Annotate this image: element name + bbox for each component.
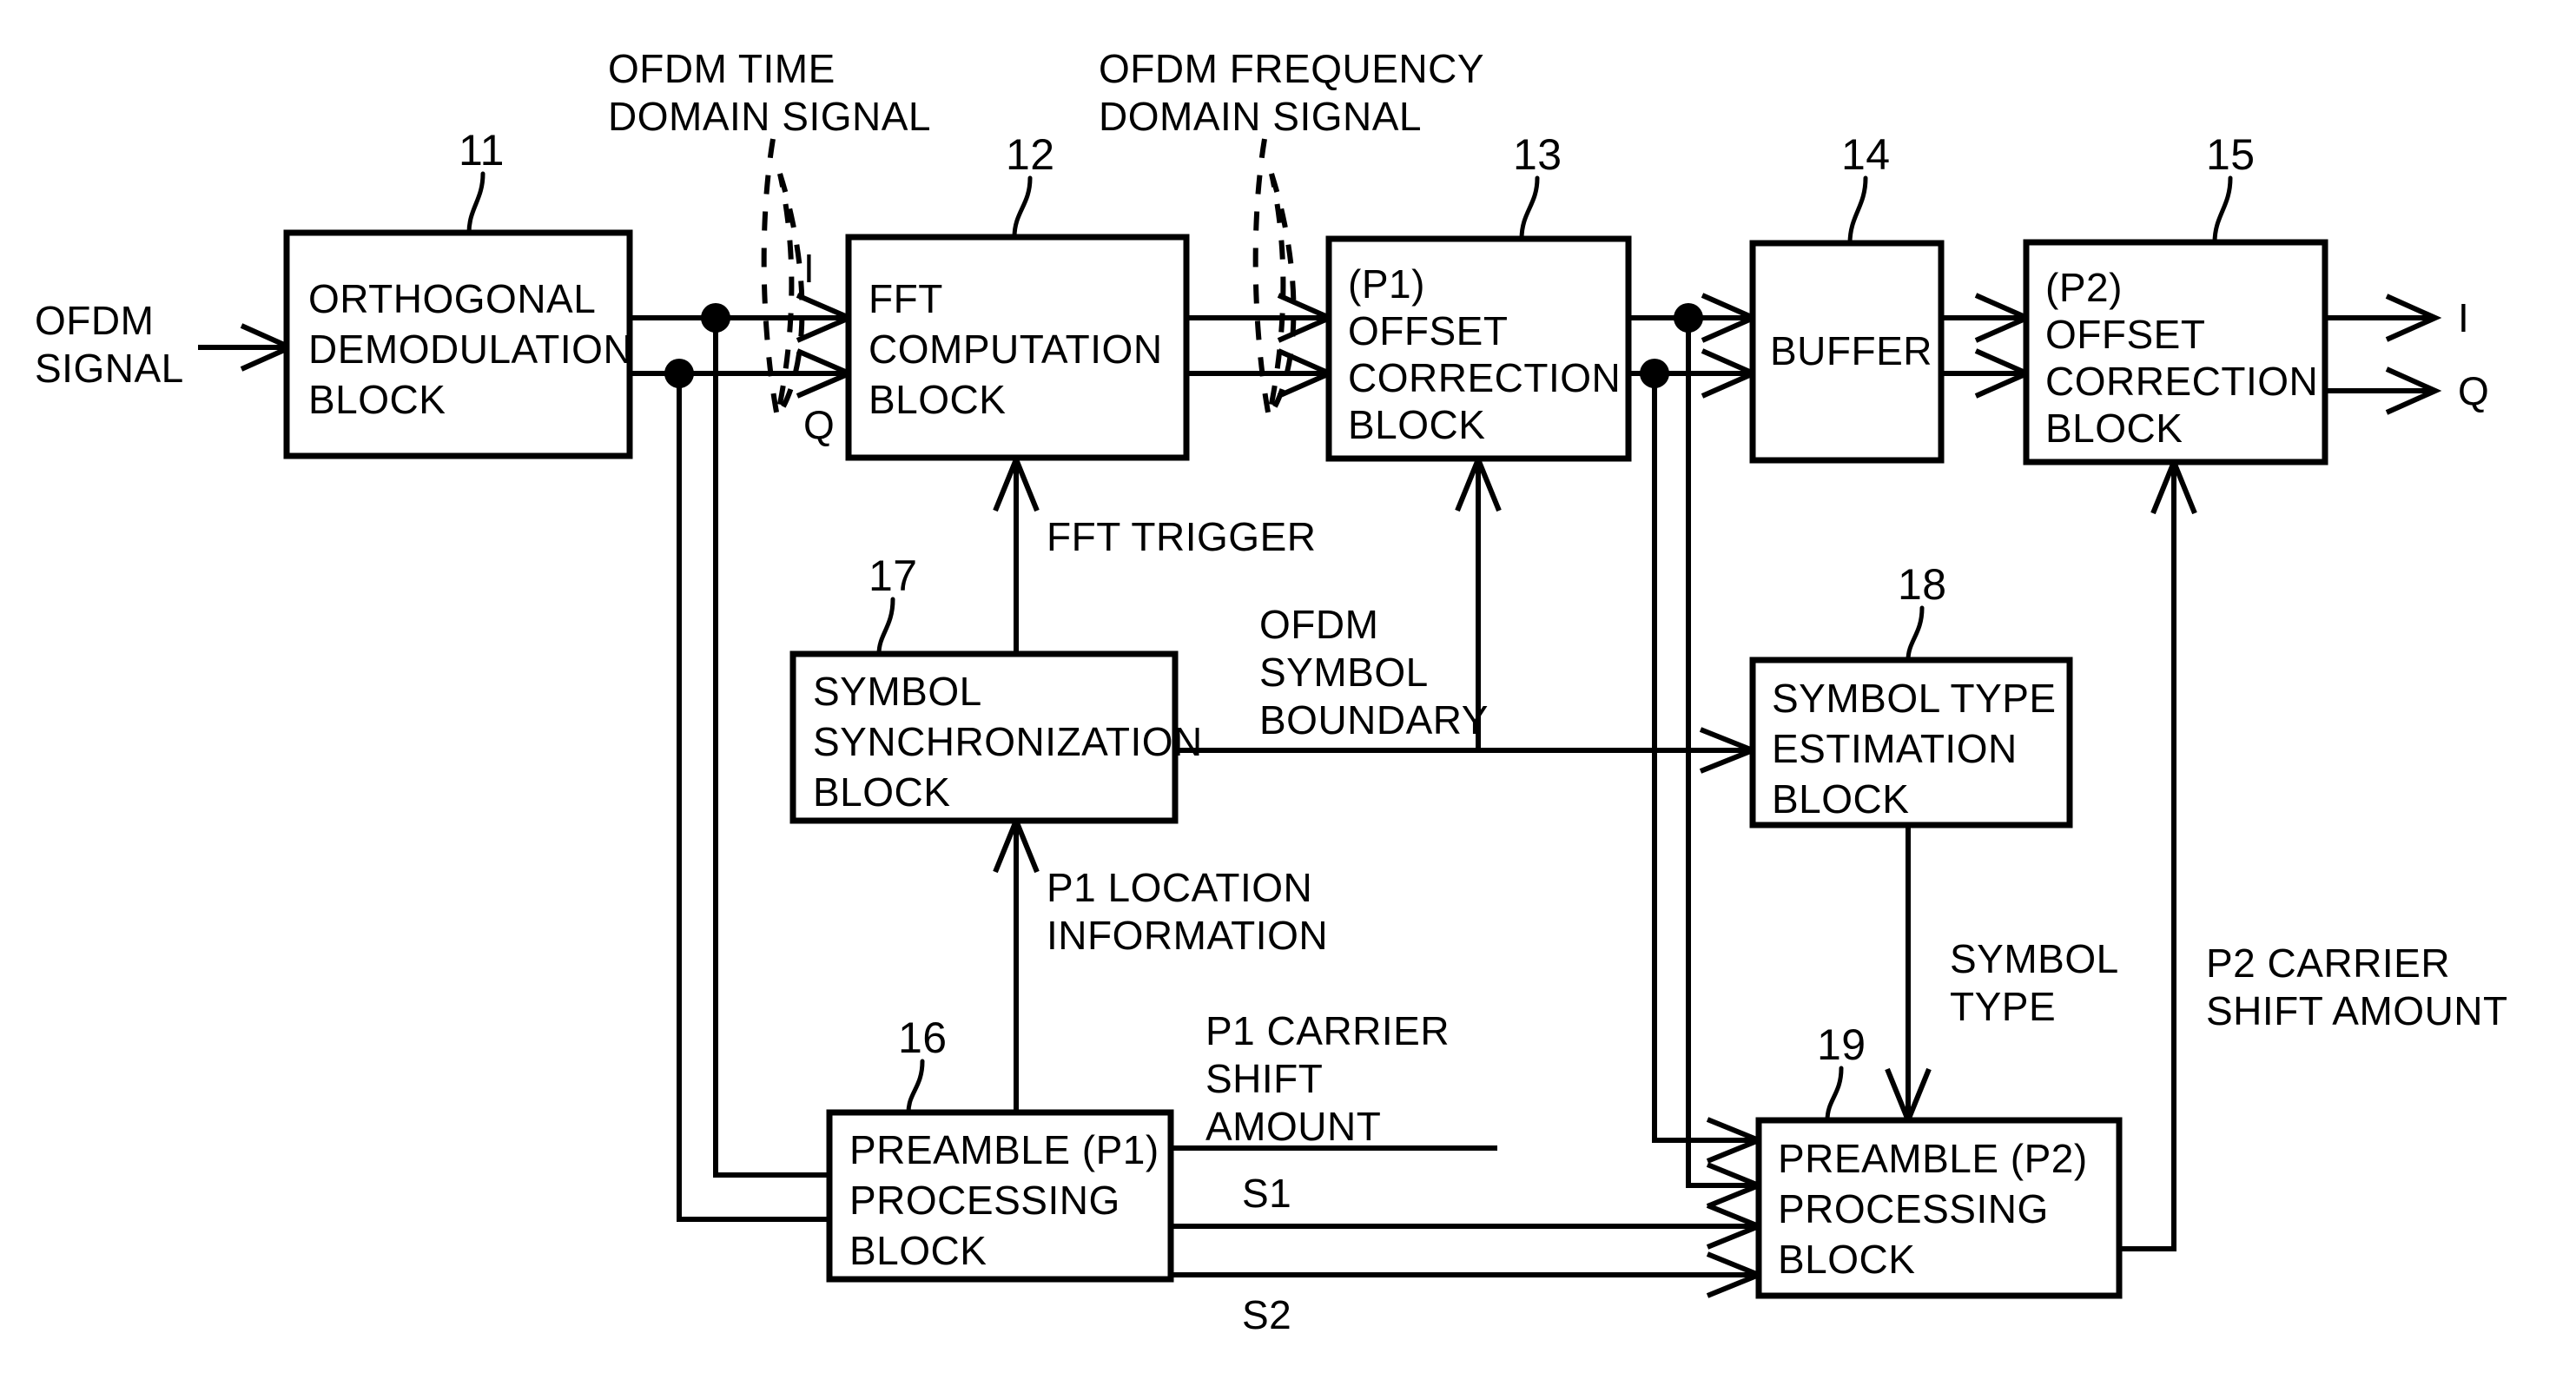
leader-18 (1906, 605, 1925, 663)
label-symbol-boundary-line1: OFDM (1259, 602, 1378, 647)
ref-numeral-17: 17 (869, 551, 918, 600)
ref-numeral-13: 13 (1513, 130, 1562, 179)
block-12-line-2: COMPUTATION (869, 327, 1163, 372)
junction-dot-I (701, 303, 730, 333)
wire-15-out-Q (2325, 366, 2442, 415)
block-11-line-3: BLOCK (308, 377, 446, 422)
leader-19 (1825, 1066, 1844, 1123)
leader-16 (906, 1059, 925, 1115)
wire-11-to-12-Q (630, 348, 856, 399)
label-output-I: I (2458, 295, 2469, 340)
block-18-line-2: ESTIMATION (1772, 726, 2018, 771)
block-17-line-1: SYMBOL (813, 669, 982, 714)
label-s2: S2 (1242, 1292, 1291, 1337)
junction-dot-Q (664, 359, 694, 388)
wire-p1-location-information (993, 814, 1040, 1112)
block-15-line-2: OFFSET (2045, 312, 2205, 357)
block-13-line-4: BLOCK (1348, 402, 1485, 447)
block-14-line-1: BUFFER (1770, 328, 1932, 373)
block-11-line-2: DEMODULATION (308, 327, 632, 372)
block-17-line-2: SYNCHRONIZATION (813, 719, 1203, 764)
label-ofdm-freq-domain-line1: OFDM FREQUENCY (1099, 46, 1484, 91)
ref-numeral-12: 12 (1006, 130, 1055, 179)
leader-17 (876, 597, 895, 657)
block-15-line-1: (P2) (2045, 265, 2123, 310)
block-16-line-2: PROCESSING (849, 1178, 1120, 1223)
leader-11 (466, 171, 485, 235)
wire-ofdm-signal-in (198, 323, 297, 372)
block-17-line-3: BLOCK (813, 769, 950, 815)
wire-14-to-15-Q (1941, 348, 2034, 399)
block-12-line-3: BLOCK (869, 377, 1006, 422)
wire-15-out-I (2325, 294, 2442, 342)
label-ofdm-time-domain-line1: OFDM TIME (608, 46, 836, 91)
block-16-line-3: BLOCK (849, 1228, 987, 1273)
block-15-line-4: BLOCK (2045, 406, 2183, 451)
label-p1-location-line2: INFORMATION (1047, 913, 1328, 958)
leader-13 (1519, 175, 1540, 241)
label-symbol-boundary-line2: SYMBOL (1259, 650, 1429, 695)
label-p1-carrier-line1: P1 CARRIER (1205, 1008, 1450, 1053)
wire-s2 (1171, 1251, 1766, 1298)
label-symbol-type-line1: SYMBOL (1950, 936, 2119, 981)
block-16-line-1: PREAMBLE (P1) (849, 1127, 1159, 1172)
label-ofdm-signal-line2: SIGNAL (35, 346, 184, 391)
block-19-line-3: BLOCK (1778, 1237, 1915, 1282)
label-symbol-boundary-line3: BOUNDARY (1259, 697, 1489, 743)
label-p1-carrier-line3: AMOUNT (1205, 1104, 1381, 1149)
wire-fft-trigger (993, 452, 1040, 654)
leader-14 (1847, 175, 1868, 246)
label-ofdm-signal-line1: OFDM (35, 298, 154, 343)
wire-14-to-15-I (1941, 293, 2034, 343)
label-output-Q: Q (2458, 368, 2489, 413)
leader-12 (1012, 175, 1033, 240)
label-p1-location-line1: P1 LOCATION (1047, 865, 1312, 910)
block-13-line-1: (P1) (1348, 261, 1425, 307)
label-ofdm-time-domain-line2: DOMAIN SIGNAL (608, 94, 931, 139)
ref-numeral-11: 11 (459, 126, 505, 175)
block-18-line-1: SYMBOL TYPE (1772, 676, 2057, 721)
wire-11-to-12-I (630, 293, 856, 343)
block-18-line-3: BLOCK (1772, 776, 1909, 822)
block-15-line-3: CORRECTION (2045, 359, 2318, 404)
label-fft-trigger: FFT TRIGGER (1047, 514, 1316, 559)
block-13-line-3: CORRECTION (1348, 355, 1621, 400)
block-12-line-1: FFT (869, 276, 943, 321)
ref-numeral-19: 19 (1817, 1020, 1866, 1069)
label-symbol-type-line2: TYPE (1950, 984, 2056, 1029)
ref-numeral-18: 18 (1898, 560, 1947, 609)
label-p2-carrier-line2: SHIFT AMOUNT (2206, 988, 2508, 1033)
wire-symbol-type (1885, 825, 1932, 1127)
label-s1: S1 (1242, 1171, 1291, 1216)
ref-numeral-15: 15 (2206, 130, 2256, 179)
label-input-Q: Q (803, 402, 835, 447)
block-19-line-1: PREAMBLE (P2) (1778, 1136, 2088, 1181)
label-p2-carrier-line1: P2 CARRIER (2206, 941, 2450, 986)
wire-p2-carrier-shift-amount (2119, 455, 2197, 1251)
block-13-line-2: OFFSET (1348, 308, 1508, 353)
figure-root: ORTHOGONAL DEMODULATION BLOCK FFT COMPUT… (0, 0, 2576, 1373)
block-11-line-1: ORTHOGONAL (308, 276, 596, 321)
label-input-I: I (803, 246, 815, 291)
leader-15 (2212, 175, 2233, 245)
label-ofdm-freq-domain-line2: DOMAIN SIGNAL (1099, 94, 1422, 139)
ref-numeral-16: 16 (898, 1013, 948, 1062)
label-p1-carrier-line2: SHIFT (1205, 1056, 1323, 1101)
ref-numeral-14: 14 (1841, 130, 1891, 179)
block-diagram-canvas: ORTHOGONAL DEMODULATION BLOCK FFT COMPUT… (35, 46, 2508, 1337)
block-19-line-2: PROCESSING (1778, 1186, 2049, 1231)
